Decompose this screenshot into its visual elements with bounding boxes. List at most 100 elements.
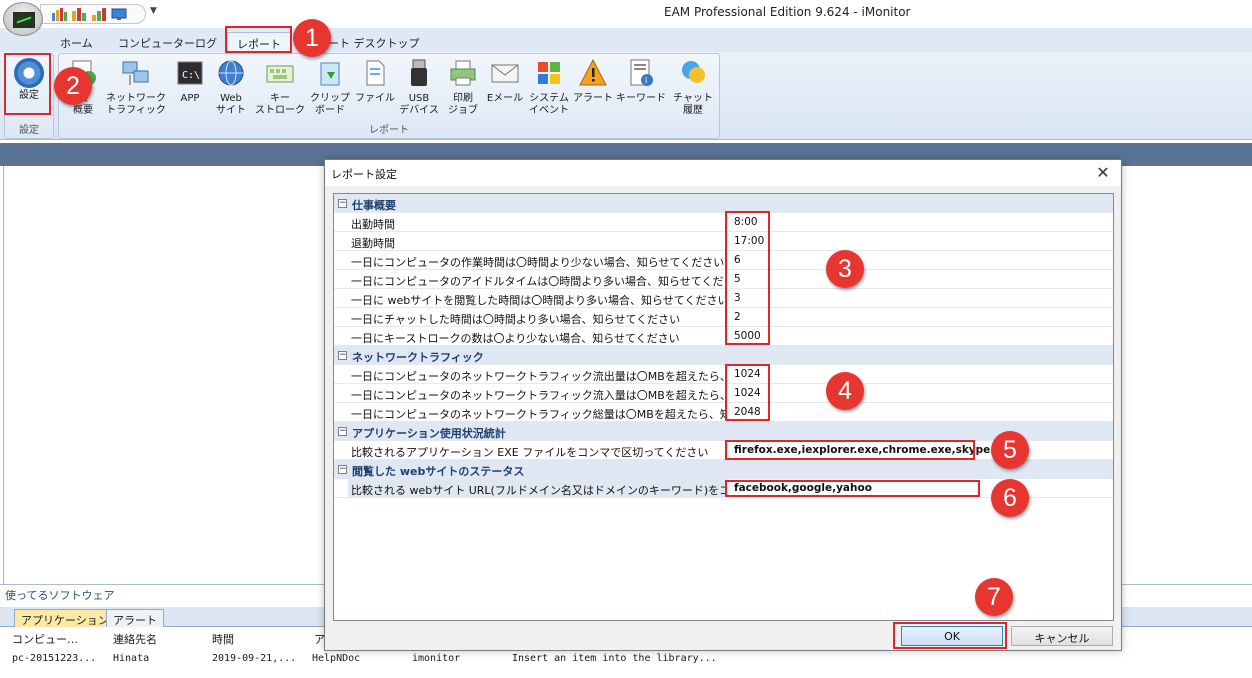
property-value[interactable]: 2048 — [734, 406, 761, 418]
property-value[interactable]: 1024 — [734, 387, 761, 399]
collapse-icon[interactable]: − — [338, 427, 347, 436]
network-traffic-button[interactable]: ネットワーク トラフィック — [103, 58, 169, 124]
property-value[interactable]: 8:00 — [734, 216, 758, 228]
monitor-icon[interactable] — [111, 7, 127, 21]
chat-icon — [682, 61, 705, 83]
property-value[interactable]: 5 — [734, 273, 741, 285]
property-value[interactable]: 17:00 — [734, 235, 764, 247]
section-network-traffic[interactable]: − ネットワークトラフィック — [334, 346, 1113, 365]
app-button[interactable]: C:\ APP — [171, 58, 209, 124]
table-cell: 2019-09-21,... — [212, 653, 297, 664]
collapse-icon[interactable]: − — [338, 351, 347, 360]
column-header[interactable]: コンピュー… — [12, 631, 78, 647]
step-badge: 1 — [293, 19, 331, 57]
table-cell: Hinata — [113, 653, 150, 664]
clipboard-icon — [320, 62, 340, 86]
bar-chart-icon[interactable] — [51, 7, 67, 21]
tab-remote-desktop[interactable]: ート デスクトップ — [328, 32, 420, 52]
property-value[interactable]: 5000 — [734, 330, 761, 342]
svg-text:i: i — [645, 76, 647, 85]
table-row[interactable]: pc-20151223... Hinata 2019-09-21,... Hel… — [10, 653, 1250, 669]
report-settings-dialog: レポート設定 ✕ − 仕事概要 出勤時間 8:00 退勤時間 17:00 一日にコン… — [324, 159, 1122, 651]
system-event-button[interactable]: システム イベント — [527, 58, 571, 124]
settings-group-label: 設定 — [19, 125, 39, 136]
table-cell: Insert an item into the library... — [512, 653, 717, 664]
svg-text:C:\: C:\ — [182, 70, 200, 81]
email-icon — [491, 64, 519, 83]
network-traffic-icon — [122, 61, 149, 85]
property-row[interactable]: 一日にコンピュータのネットワークトラフィック流出量は〇MBを超えたら、知らせてく… — [334, 365, 1113, 384]
step-badge: 2 — [54, 67, 92, 105]
customize-toolbar-arrow[interactable]: ▼ — [150, 6, 157, 16]
property-value[interactable]: facebook,google,yahoo — [734, 482, 872, 494]
step-badge: 6 — [991, 479, 1029, 517]
table-cell: pc-20151223... — [12, 653, 97, 664]
property-row[interactable]: 一日にキーストロークの数は〇より少ない場合、知らせてください 5000 — [334, 327, 1113, 346]
tab-report[interactable]: レポート — [227, 32, 291, 52]
clipboard-button[interactable]: クリップ ボード — [307, 58, 353, 124]
step-badge: 3 — [826, 250, 864, 288]
keyboard-icon — [266, 65, 294, 83]
keyword-icon: i — [630, 59, 653, 86]
tab-home[interactable]: ホーム — [60, 32, 93, 52]
report-group-label: レポート — [369, 125, 409, 136]
keyword-button[interactable]: i キーワード — [615, 58, 667, 124]
tab-applications[interactable]: アプリケーション — [14, 609, 116, 627]
panel-title: 使ってるソフトウェア — [5, 589, 115, 602]
step-badge: 5 — [991, 431, 1029, 469]
dialog-title-bar: レポート設定 ✕ — [325, 160, 1121, 186]
ok-button[interactable]: OK — [901, 626, 1003, 646]
usb-icon — [411, 59, 427, 86]
ribbon: 設定 設定 業 概要 ネットワーク トラフィック C:\ APP Web サイト… — [0, 52, 1252, 140]
property-row[interactable]: 退勤時間 17:00 — [334, 232, 1113, 251]
dialog-title: レポート設定 — [331, 168, 397, 181]
property-row[interactable]: 一日にコンピュータの作業時間は〇時間より少ない場合、知らせてください 6 — [334, 251, 1113, 270]
quick-access-toolbar — [40, 4, 146, 24]
column-header[interactable]: 連絡先名 — [113, 631, 157, 647]
collapse-icon[interactable]: − — [338, 199, 347, 208]
table-cell: imonitor — [412, 653, 461, 664]
file-icon — [366, 60, 385, 86]
globe-icon — [218, 60, 244, 86]
report-group: 業 概要 ネットワーク トラフィック C:\ APP Web サイト キー スト… — [58, 53, 720, 139]
property-value[interactable]: 6 — [734, 254, 741, 266]
print-job-button[interactable]: 印刷 ジョブ — [443, 58, 483, 124]
close-icon[interactable]: ✕ — [1093, 163, 1113, 182]
step-badge: 7 — [975, 578, 1013, 616]
email-button[interactable]: Eメール — [485, 58, 525, 124]
property-row[interactable]: 一日にコンピュータのアイドルタイムは〇時間より多い場合、知らせてください 5 — [334, 270, 1113, 289]
table-cell: HelpNDoc — [312, 653, 361, 664]
tab-computer-log[interactable]: コンピューターログ — [118, 32, 217, 52]
column-chart-icon[interactable] — [71, 7, 87, 21]
app-menu-button[interactable] — [3, 2, 43, 36]
warning-icon — [579, 58, 607, 86]
property-value[interactable]: firefox.exe,iexplorer.exe,chrome.exe,sky… — [734, 444, 1015, 456]
windows-icon — [538, 62, 560, 84]
alert-button[interactable]: アラート — [571, 58, 615, 124]
property-value[interactable]: 1024 — [734, 368, 761, 380]
title-bar: ▼ EAM Professional Edition 9.624 - iMoni… — [0, 0, 1252, 28]
property-row[interactable]: 一日に webサイトを閲覧した時間は〇時間より多い場合、知らせてください 3 — [334, 289, 1113, 308]
section-work-summary[interactable]: − 仕事概要 — [334, 194, 1113, 213]
keystroke-button[interactable]: キー ストローク — [253, 58, 307, 124]
file-button[interactable]: ファイル — [353, 58, 397, 124]
collapse-icon[interactable]: − — [338, 465, 347, 474]
monitor-icon — [13, 12, 35, 28]
property-value[interactable]: 2 — [734, 311, 741, 323]
cancel-button[interactable]: キャンセル — [1011, 626, 1113, 646]
property-row[interactable]: 一日にコンピュータのネットワークトラフィック流入量は〇MBを超えたら、知らせてく… — [334, 384, 1113, 403]
chart-icon[interactable] — [91, 7, 107, 21]
column-header[interactable]: 時間 — [212, 631, 234, 647]
website-button[interactable]: Web サイト — [211, 58, 251, 124]
settings-group: 設定 設定 — [4, 53, 54, 139]
window-title: EAM Professional Edition 9.624 - iMonito… — [664, 5, 911, 19]
property-value[interactable]: 3 — [734, 292, 741, 304]
property-row[interactable]: 一日にコンピュータのネットワークトラフィック総量は〇MBを超えたら、知らせてくだ… — [334, 403, 1113, 422]
settings-button[interactable]: 設定 — [8, 58, 50, 124]
property-row[interactable]: 出勤時間 8:00 — [334, 213, 1113, 232]
gear-icon — [14, 58, 44, 88]
usb-device-button[interactable]: USB デバイス — [399, 58, 439, 124]
tab-alerts[interactable]: アラート — [106, 609, 164, 627]
chat-history-button[interactable]: チャット 履歴 — [669, 58, 717, 124]
property-row[interactable]: 一日にチャットした時間は〇時間より多い場合、知らせてください 2 — [334, 308, 1113, 327]
